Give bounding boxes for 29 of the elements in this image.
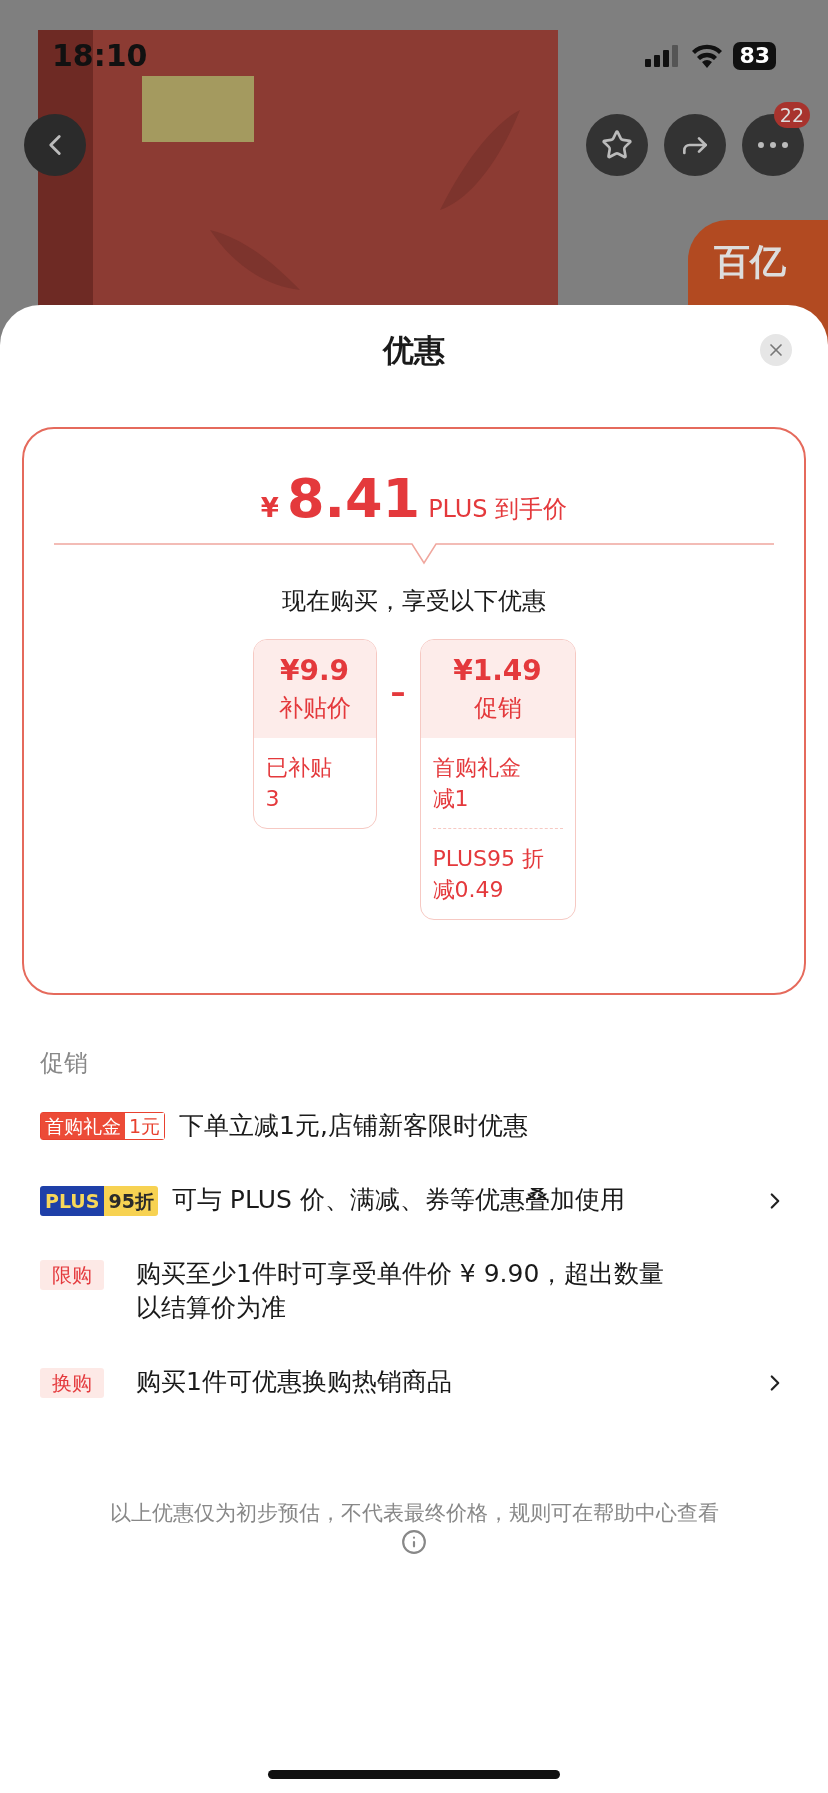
status-time: 18:10 — [52, 38, 148, 74]
promo-tag: 换购 — [40, 1368, 104, 1398]
minus-sign: – — [390, 673, 406, 711]
benefits-subtitle: 现在购买，享受以下优惠 — [282, 587, 546, 615]
promotion-text: 下单立减1元,店铺新客限时优惠 — [179, 1110, 529, 1142]
breakdown-detail: 首购礼金 减1 — [432, 754, 522, 813]
breakdown-label: 补贴价 — [278, 693, 351, 724]
currency-symbol: ¥ — [260, 492, 279, 525]
disclaimer-text: 以上优惠仅为初步预估，不代表最终价格，规则可在帮助中心查看 — [109, 1500, 719, 1527]
promotion-text: 可与 PLUS 价、满减、券等优惠叠加使用 — [171, 1184, 626, 1216]
promotion-text: 购买至少1件时可享受单件价 ¥ 9.90，超出数量以结算价为准 — [136, 1258, 666, 1324]
promotion-text: 购买1件可优惠换购热销商品 — [136, 1366, 453, 1398]
more-icon — [758, 142, 788, 148]
wifi-icon — [691, 44, 724, 68]
battery-icon: 83 — [733, 42, 776, 70]
breakdown-label: 促销 — [473, 693, 522, 724]
price-label: PLUS 到手价 — [428, 494, 568, 525]
sheet-title: 优惠 — [383, 330, 445, 370]
section-heading: 促销 — [40, 1049, 88, 1077]
breakdown-amount: ¥9.9 — [279, 653, 350, 689]
info-icon[interactable] — [401, 1529, 427, 1555]
breakdown-amount: ¥1.49 — [453, 653, 542, 689]
breakdown-detail: 已补贴 3 — [265, 754, 333, 813]
promo-tag: 限购 — [40, 1260, 104, 1290]
star-icon — [601, 129, 633, 161]
subsidy-badge-text: 百亿 — [714, 241, 786, 282]
final-price: 8.41 — [286, 469, 421, 529]
breakdown-detail: PLUS95 折 减0.49 — [432, 845, 545, 904]
gift-tag: 首购礼金 1元 — [40, 1112, 166, 1140]
